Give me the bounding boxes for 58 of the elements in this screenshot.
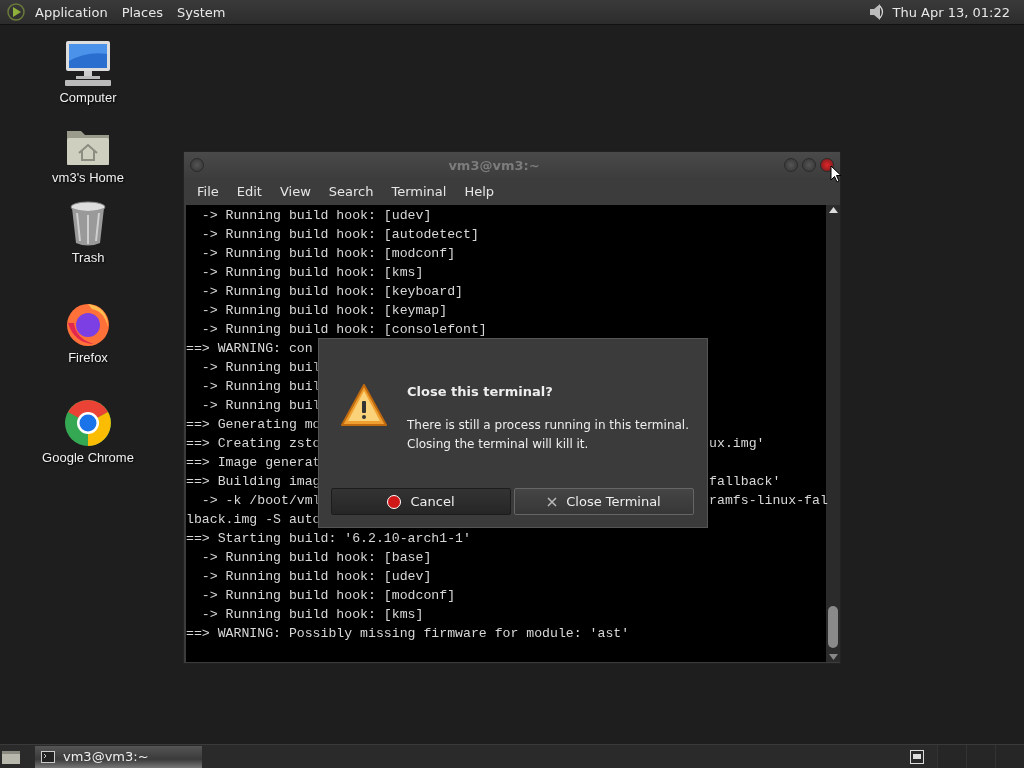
terminal-line: -> Running build hook: [kms] xyxy=(200,265,424,280)
menu-item[interactable]: View xyxy=(270,184,320,199)
terminal-line: ==> Starting build: '6.2.10-arch1-1' xyxy=(186,531,471,546)
terminal-line: ramfs-linux-fal xyxy=(709,492,828,510)
warning-icon xyxy=(341,383,387,427)
terminal-line: -> Running build hook: [kms] xyxy=(200,607,424,622)
menu-item[interactable]: Terminal xyxy=(382,184,456,199)
terminal-line: -> Running buil xyxy=(200,379,321,394)
desktop-icon-label[interactable]: Google Chrome xyxy=(42,450,134,465)
terminal-line: ux.img' xyxy=(709,435,765,453)
panel-menu[interactable]: System xyxy=(170,4,233,20)
clock[interactable]: Thu Apr 13, 01:22 xyxy=(886,4,1018,20)
panel-menu[interactable]: Places xyxy=(114,4,170,20)
desktop-icon-label[interactable]: Computer xyxy=(59,90,117,105)
close-terminal-button[interactable]: Close Terminal xyxy=(514,488,694,515)
terminal-line: -> Running build hook: [modconf] xyxy=(200,588,456,603)
menu-item[interactable]: File xyxy=(188,184,228,199)
terminal-line: -> -k /boot/vml xyxy=(200,493,321,508)
terminal-line: -> Running build hook: [consolefont] xyxy=(200,322,487,337)
terminal-line: ==> Image generat xyxy=(186,455,321,470)
terminal-line: -> Running build hook: [base] xyxy=(200,550,432,565)
dialog-message: There is still a process running in this terminal. Closing the terminal will kill it. xyxy=(407,417,690,453)
taskbar-button[interactable]: vm3@vm3:~ xyxy=(35,745,202,768)
close-icon xyxy=(547,496,558,507)
scroll-down-icon[interactable] xyxy=(828,654,838,660)
terminal-line: -> Running build hook: [modconf] xyxy=(200,246,456,261)
desktop-icon-label[interactable]: Firefox xyxy=(68,350,108,365)
chrome-icon[interactable] xyxy=(64,399,112,447)
scroll-up-icon[interactable] xyxy=(828,207,838,213)
menu-item[interactable]: Help xyxy=(455,184,504,199)
window-list-icon[interactable] xyxy=(909,748,925,765)
window-title: vm3@vm3:~ xyxy=(447,157,541,173)
close-button[interactable] xyxy=(820,158,834,172)
trash-can-icon[interactable] xyxy=(69,201,107,247)
scrollbar-thumb[interactable] xyxy=(828,606,838,648)
terminal-line: -> Running build hook: [keyboard] xyxy=(200,284,463,299)
desktop-icon-label[interactable]: vm3's Home xyxy=(52,170,124,185)
terminal-line: -> Running build hook: [udev] xyxy=(200,208,432,223)
terminal-icon xyxy=(41,750,55,763)
menu-logo-icon[interactable] xyxy=(6,2,26,22)
terminal-line: -> Running buil xyxy=(200,360,321,375)
menu-item[interactable]: Edit xyxy=(227,184,271,199)
panel-menu[interactable]: Application xyxy=(28,4,115,20)
dialog-title: Close this terminal? xyxy=(407,384,554,399)
stop-icon xyxy=(387,494,402,509)
computer-icon[interactable] xyxy=(62,39,114,87)
terminal-line: ==> WARNING: con xyxy=(186,341,313,356)
scrollbar[interactable] xyxy=(826,205,840,662)
terminal-line: -> Running build hook: [keymap] xyxy=(200,303,448,318)
terminal-line: -> Running build hook: [autodetect] xyxy=(200,227,479,242)
terminal-line: -> Running build hook: [udev] xyxy=(200,569,432,584)
menu-item[interactable]: Search xyxy=(319,184,383,199)
desktop-icon-label[interactable]: Trash xyxy=(71,250,105,265)
terminal-line: -> Running buil xyxy=(200,398,321,413)
cancel-button[interactable]: Cancel xyxy=(331,488,511,515)
terminal-line: ==> WARNING: Possibly missing firmware for module: 'ast' xyxy=(186,626,630,641)
mouse-cursor-icon xyxy=(830,165,842,183)
terminal-line: fallback' xyxy=(709,473,781,491)
